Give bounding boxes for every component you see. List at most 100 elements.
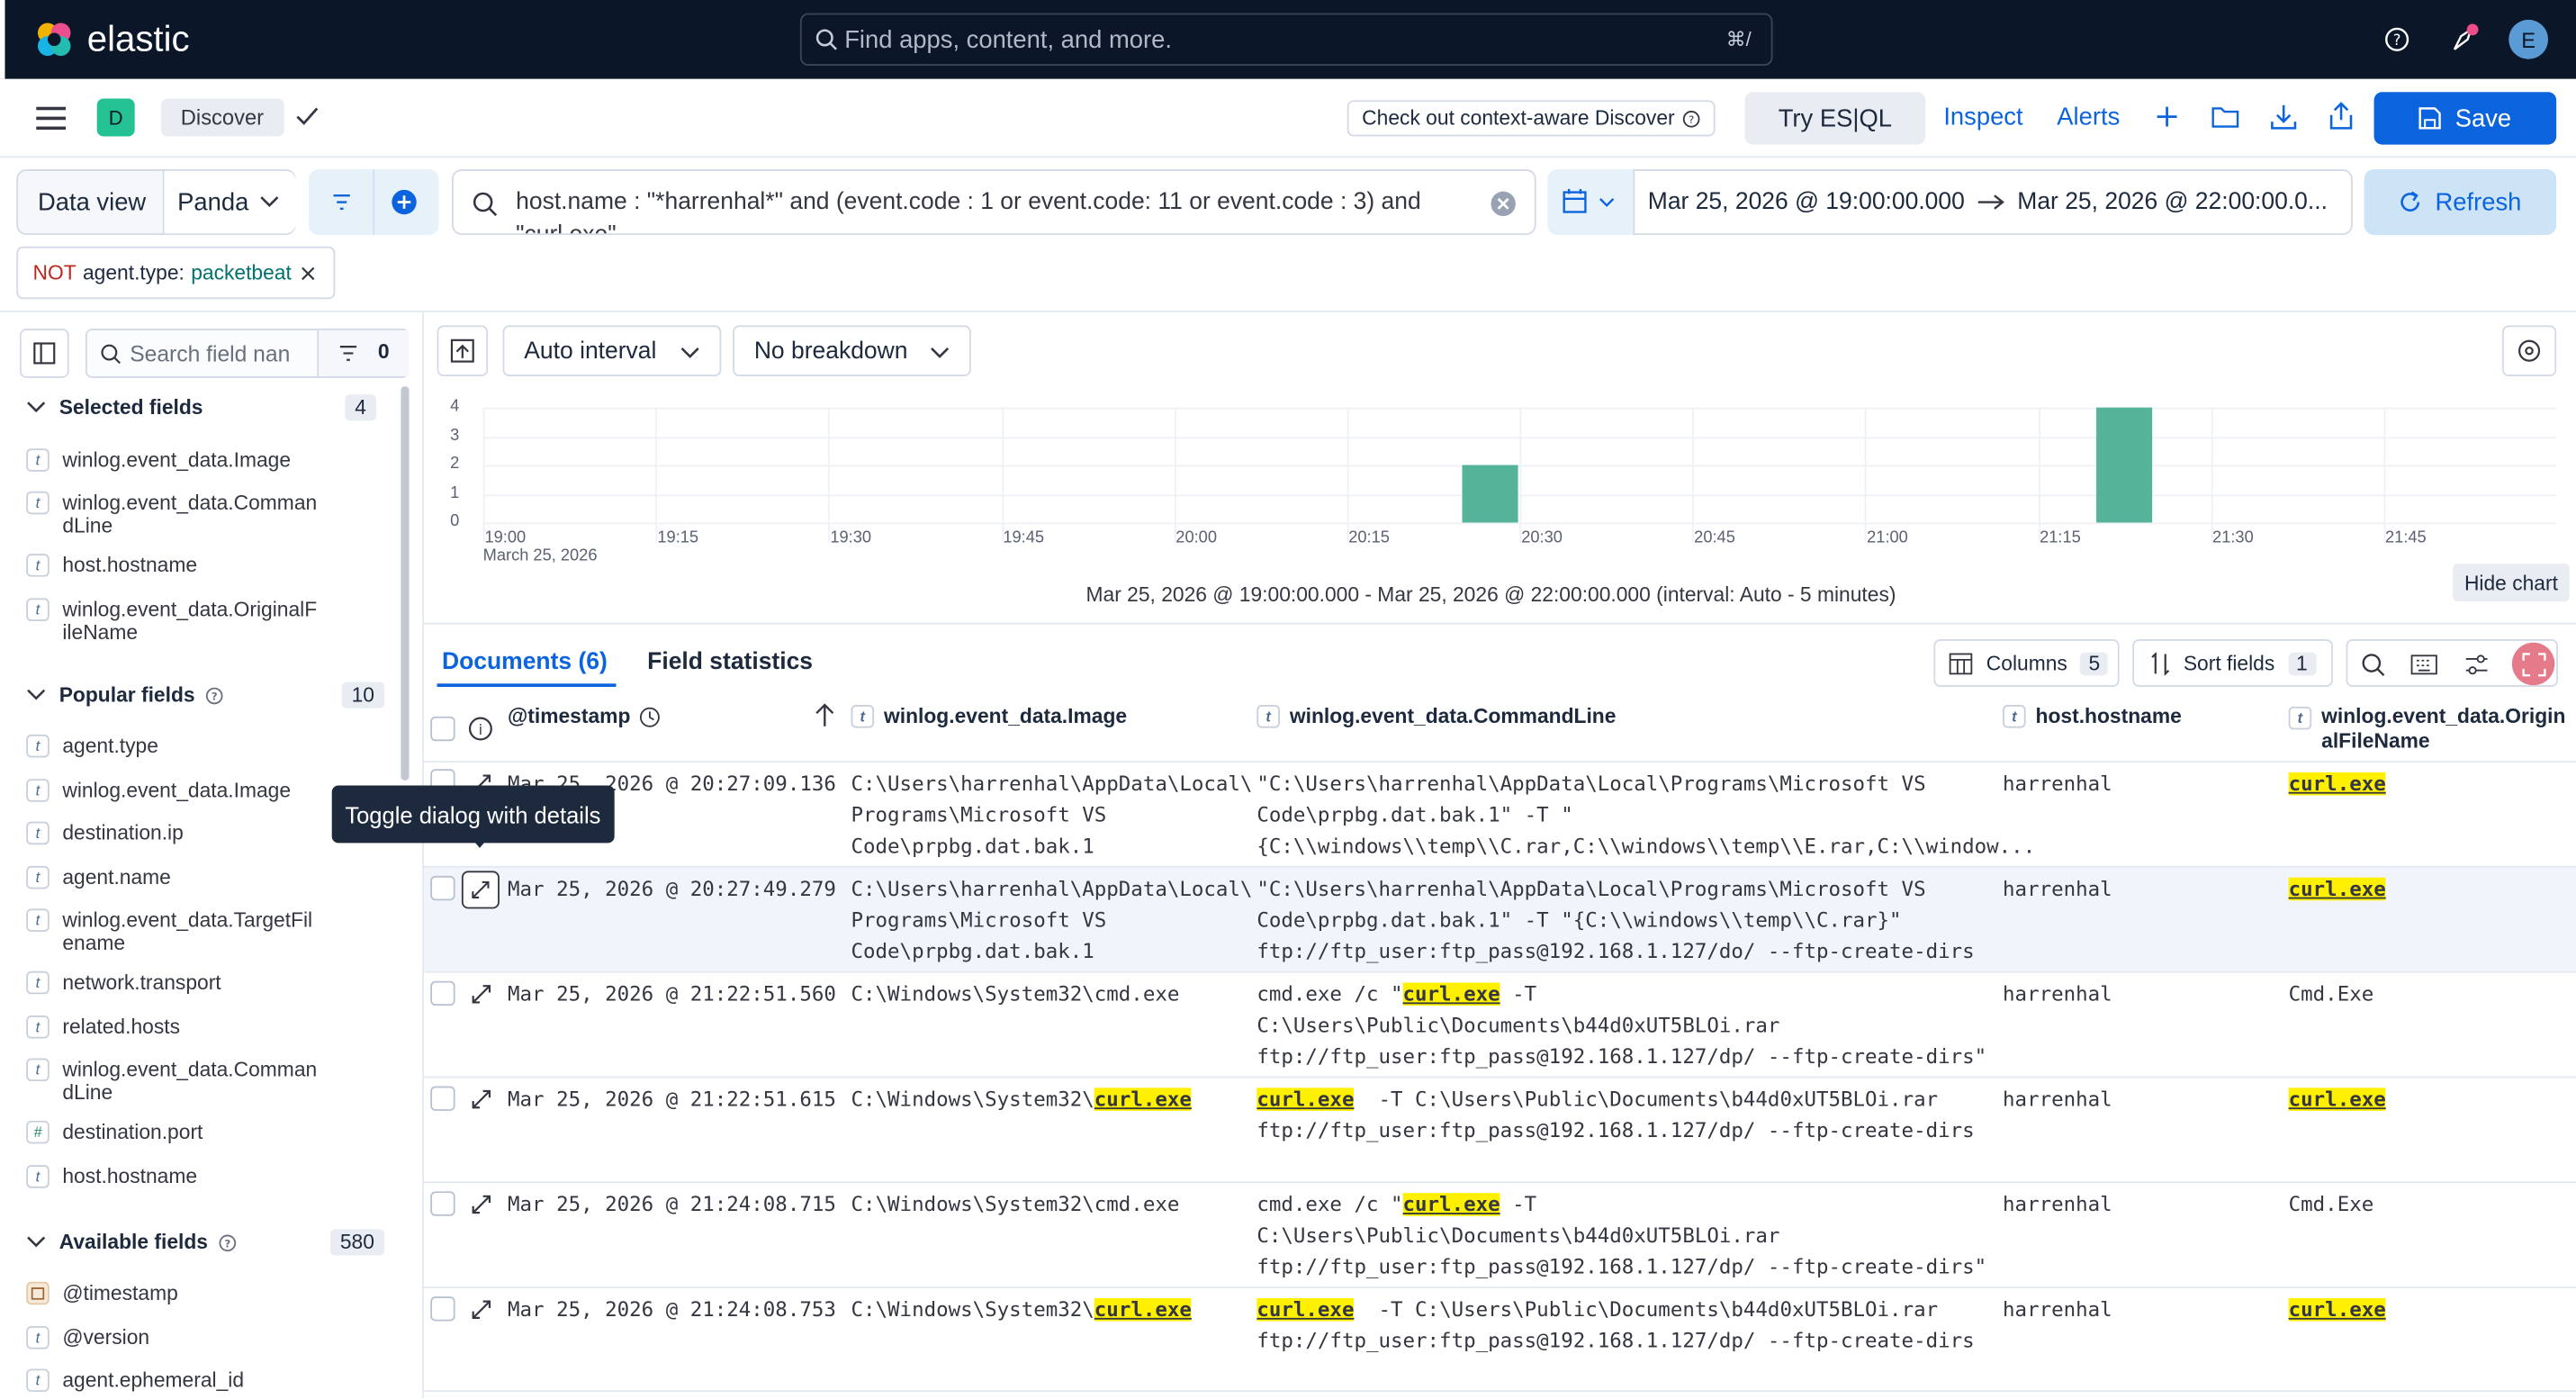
filter-pill[interactable]: NOT agent.type: packetbeat [16, 246, 336, 300]
field-item[interactable]: # destination.port [26, 1120, 341, 1144]
text-type-icon: t [26, 598, 50, 621]
inspect-button[interactable]: Inspect [1943, 104, 2022, 131]
column-header-originalfilename[interactable]: t winlog.event_data.Origin alFileName [2288, 705, 2568, 754]
elastic-logo-icon[interactable] [34, 20, 74, 59]
query-input[interactable]: host.name : "*harrenhal*" and (event.cod… [451, 169, 1536, 236]
sort-fields-button[interactable]: Sort fields 1 [2132, 639, 2333, 687]
y-tick-label: 3 [450, 426, 460, 445]
field-item[interactable]: t destination.ip [26, 821, 341, 845]
x-tick-label: 19:45 [1003, 528, 1045, 547]
expand-row-icon[interactable] [468, 1191, 494, 1217]
select-all-checkbox[interactable] [430, 716, 455, 742]
user-avatar[interactable]: E [2508, 19, 2549, 59]
display-settings-icon[interactable] [2464, 654, 2489, 675]
cell-originalfilename: curl.exe [2288, 769, 2386, 800]
collapse-sidebar-button[interactable] [19, 329, 69, 378]
row-checkbox[interactable] [430, 1086, 455, 1111]
new-plus-icon[interactable] [2156, 105, 2179, 129]
field-item[interactable]: t winlog.event_data.OriginalF ileName [26, 598, 341, 645]
row-checkbox[interactable] [430, 1191, 455, 1216]
time-range-picker[interactable]: Mar 25, 2026 @ 19:00:00.000 Mar 25, 2026… [1633, 169, 2353, 236]
keyboard-icon[interactable] [2410, 654, 2438, 675]
news-rocket-icon[interactable] [2448, 23, 2481, 57]
data-view-dropdown[interactable]: Panda [162, 170, 296, 234]
column-header-image[interactable]: t winlog.event_data.Image [851, 705, 1127, 728]
try-esql-button[interactable]: Try ES|QL [1744, 92, 1926, 145]
histogram-bar[interactable] [1462, 465, 1518, 523]
full-screen-button[interactable] [2511, 642, 2555, 686]
chart-options-button[interactable] [2501, 325, 2557, 376]
tab-documents[interactable]: Documents (6) [442, 649, 608, 675]
save-visualization-button[interactable] [437, 325, 489, 376]
add-filter-icon[interactable] [391, 189, 417, 215]
field-name: winlog.event_data.Image [62, 448, 292, 472]
arrow-right-icon [1977, 194, 2004, 210]
row-checkbox[interactable] [430, 875, 455, 901]
expand-row-icon[interactable] [468, 981, 494, 1007]
field-item[interactable]: t agent.name [26, 865, 341, 889]
expand-row-button-focused[interactable] [461, 871, 500, 909]
breakdown-dropdown[interactable]: No breakdown [733, 325, 971, 376]
row-checkbox[interactable] [430, 980, 455, 1006]
column-header-hostname[interactable]: t host.hostname [2003, 705, 2182, 728]
filter-pill-value: packetbeat [191, 261, 292, 284]
breadcrumb-discover[interactable]: Discover [160, 98, 284, 137]
selected-fields-header[interactable]: Selected fields [26, 396, 203, 419]
field-item[interactable]: @timestamp [26, 1281, 341, 1305]
help-icon[interactable]: ? [2384, 26, 2410, 52]
field-name: related.hosts [62, 1015, 181, 1039]
column-header-timestamp[interactable]: @timestamp [508, 705, 660, 728]
filter-icon[interactable] [332, 194, 352, 210]
field-item[interactable]: t winlog.event_data.Image [26, 779, 341, 802]
field-item[interactable]: t winlog.event_data.Image [26, 448, 341, 472]
alerts-button[interactable]: Alerts [2057, 104, 2120, 131]
time-from[interactable]: Mar 25, 2026 @ 19:00:00.000 [1648, 189, 1965, 215]
histogram-chart[interactable]: 4 3 2 1 0 19:00 19:15 19:30 19:45 20:00 20:15 20:30… [444, 394, 2563, 575]
logo-text[interactable]: elastic [87, 18, 190, 60]
field-item[interactable]: t network.transport [26, 970, 341, 995]
field-item[interactable]: t host.hostname [26, 554, 341, 577]
column-header-commandline[interactable]: t winlog.event_data.CommandLine [1256, 705, 1616, 728]
sidebar-scrollbar[interactable] [401, 385, 410, 781]
data-view-selector[interactable]: Data view Panda [16, 169, 296, 236]
tab-field-statistics[interactable]: Field statistics [647, 649, 813, 675]
interval-dropdown[interactable]: Auto interval [502, 325, 722, 376]
field-item[interactable]: t winlog.event_data.Comman dLine [26, 1058, 341, 1105]
field-search-input[interactable]: Search field nan 0 [85, 329, 410, 378]
cell-hostname: harrenhal [2003, 877, 2112, 901]
popular-fields-header[interactable]: Popular fields ? [26, 683, 222, 707]
context-aware-label: Check out context-aware Discover [1362, 106, 1675, 131]
share-icon[interactable] [2329, 102, 2353, 130]
columns-button[interactable]: Columns 5 [1933, 639, 2120, 687]
clear-query-icon[interactable] [1491, 191, 1517, 217]
field-item[interactable]: t related.hosts [26, 1015, 341, 1039]
available-fields-header[interactable]: Available fields ? [26, 1231, 236, 1254]
expand-row-icon[interactable] [468, 1296, 494, 1322]
sort-ascending-icon[interactable] [815, 703, 834, 727]
expand-row-icon[interactable] [468, 1087, 494, 1113]
hide-chart-tooltip[interactable]: Hide chart [2453, 564, 2570, 602]
field-filter-button[interactable]: 0 [317, 329, 410, 376]
breakdown-label: No breakdown [753, 338, 908, 365]
field-item[interactable]: t winlog.event_data.TargetFil ename [26, 908, 341, 954]
download-icon[interactable] [2271, 104, 2297, 130]
space-avatar[interactable]: D [96, 98, 135, 137]
field-item[interactable]: t agent.ephemeral_id [26, 1368, 341, 1393]
field-item[interactable]: t agent.type [26, 734, 341, 758]
remove-filter-icon[interactable] [302, 266, 316, 280]
search-icon[interactable] [2361, 653, 2385, 677]
time-to[interactable]: Mar 25, 2026 @ 22:00:00.0... [2017, 189, 2328, 215]
row-checkbox[interactable] [430, 1296, 455, 1322]
field-item[interactable]: t winlog.event_data.Comman dLine [26, 491, 341, 537]
field-item[interactable]: t host.hostname [26, 1165, 341, 1188]
open-folder-icon[interactable] [2211, 105, 2239, 129]
histogram-bar[interactable] [2095, 407, 2152, 523]
menu-hamburger-icon[interactable] [36, 106, 67, 131]
field-item[interactable]: t @version [26, 1326, 341, 1349]
date-quick-select[interactable] [1547, 169, 1634, 236]
highlighted-match: curl.exe [2288, 1088, 2386, 1111]
context-aware-discover-button[interactable]: Check out context-aware Discover ? [1347, 100, 1716, 137]
refresh-button[interactable]: Refresh [2364, 169, 2557, 236]
global-search-input[interactable]: Find apps, content, and more. ⌘/ [799, 13, 1773, 67]
save-button[interactable]: Save [2373, 92, 2557, 145]
